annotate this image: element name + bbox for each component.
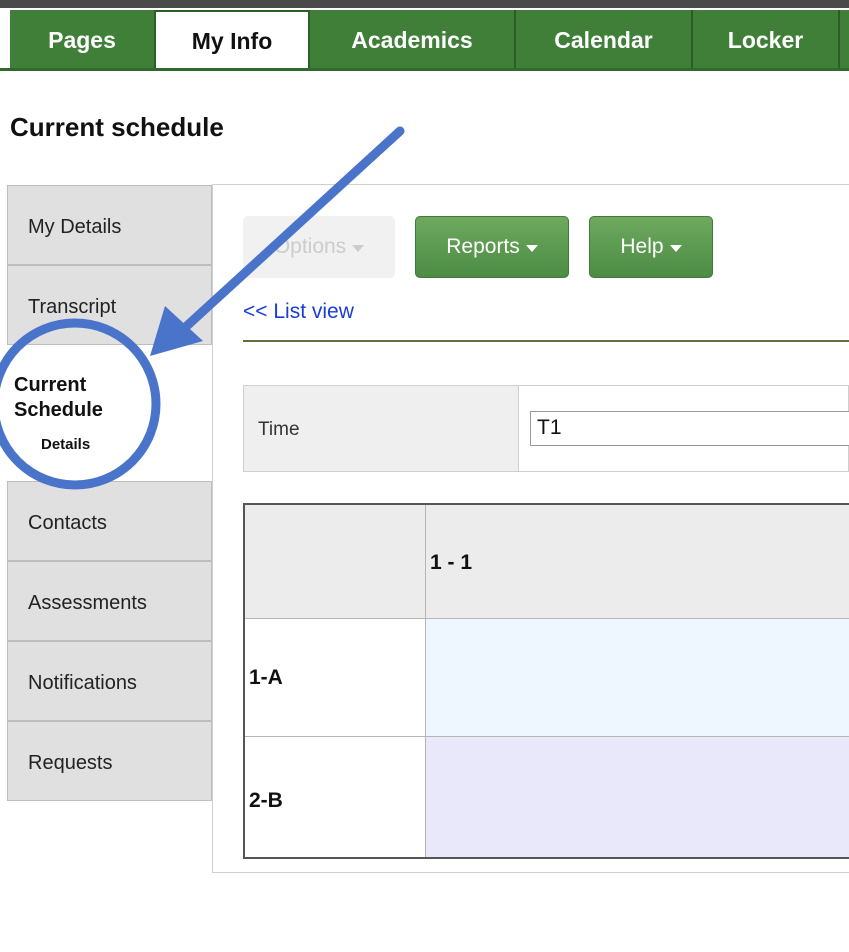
- grid-row-label: 2-B: [245, 737, 426, 857]
- nav-tab-label: My Info: [191, 27, 273, 54]
- row-label-text: 1-A: [249, 666, 283, 689]
- chevron-down-icon: [525, 245, 538, 252]
- list-view-link[interactable]: << List view: [243, 300, 354, 324]
- time-label-cell: Time: [244, 386, 519, 471]
- side-tab-label: Contacts: [28, 512, 107, 534]
- side-tab-my-details[interactable]: My Details: [7, 185, 212, 265]
- options-button: Options: [243, 216, 395, 278]
- nav-bottom-border: [0, 68, 849, 71]
- options-button-label: Options: [273, 235, 347, 258]
- column-header-label: 1 - 1: [430, 551, 473, 574]
- nav-tab-calendar[interactable]: Calendar: [516, 10, 693, 70]
- chevron-down-icon: [352, 245, 365, 252]
- help-button-label: Help: [620, 235, 664, 258]
- side-tab-contacts[interactable]: Contacts: [7, 481, 212, 561]
- help-button[interactable]: Help: [589, 216, 713, 278]
- nav-tab-label: Locker: [727, 26, 804, 53]
- schedule-grid: 1 - 1 1-A 2-B: [243, 503, 849, 859]
- time-label: Time: [258, 419, 300, 440]
- time-filter-row: Time T1: [243, 385, 849, 472]
- toolbar-divider: [243, 340, 849, 342]
- reports-button-label: Reports: [446, 235, 520, 258]
- row-label-text: 2-B: [249, 789, 283, 812]
- side-tab-label: My Details: [28, 216, 122, 238]
- nav-tab-label: Pages: [48, 26, 116, 53]
- side-tab-notifications[interactable]: Notifications: [7, 641, 212, 721]
- nav-tab-label: Calendar: [554, 26, 653, 53]
- side-tab-label: Transcript: [28, 296, 117, 318]
- side-tab-label: Requests: [28, 752, 113, 774]
- page-title: Current schedule: [10, 112, 224, 142]
- top-border: [0, 0, 849, 8]
- side-tab-assessments[interactable]: Assessments: [7, 561, 212, 641]
- nav-tab-pages[interactable]: Pages: [10, 10, 156, 70]
- side-tab-current-schedule-label: Current Schedule: [14, 374, 103, 421]
- nav-tab-overflow[interactable]: [840, 10, 849, 70]
- side-tab-label: Assessments: [28, 592, 147, 614]
- nav-tab-my-info[interactable]: My Info: [156, 10, 310, 70]
- side-tab-requests[interactable]: Requests: [7, 721, 212, 801]
- top-navigation: Pages My Info Academics Calendar Locker: [0, 0, 849, 72]
- grid-cell-period[interactable]: [426, 619, 849, 737]
- grid-corner-cell: [245, 505, 426, 619]
- nav-tab-locker[interactable]: Locker: [693, 10, 840, 70]
- nav-tab-label: Academics: [351, 26, 473, 53]
- nav-tab-academics[interactable]: Academics: [310, 10, 516, 70]
- side-tab-current-schedule-sublabel[interactable]: Details: [41, 436, 90, 453]
- grid-row-label: 1-A: [245, 619, 426, 737]
- grid-cell-period[interactable]: [426, 737, 849, 857]
- side-tab-transcript[interactable]: Transcript: [7, 265, 212, 345]
- grid-column-header: 1 - 1: [426, 505, 849, 619]
- side-tab-label: Notifications: [28, 672, 137, 694]
- reports-button[interactable]: Reports: [415, 216, 569, 278]
- time-select[interactable]: T1: [530, 411, 849, 446]
- chevron-down-icon: [669, 245, 682, 252]
